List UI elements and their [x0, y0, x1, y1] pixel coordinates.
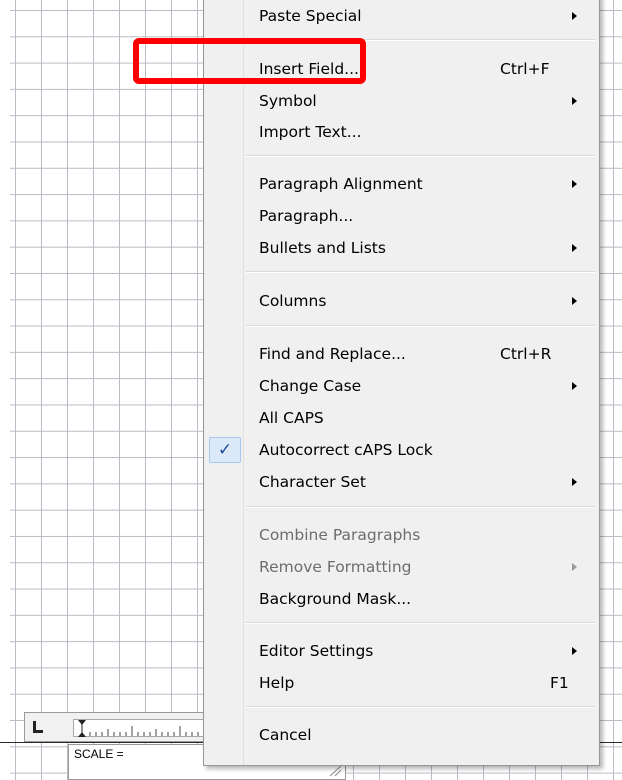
menu-item-label: All CAPS	[259, 409, 324, 427]
menu-separator	[246, 506, 595, 508]
menu-item-shortcut: Ctrl+R	[500, 345, 552, 363]
submenu-arrow-icon	[572, 478, 577, 486]
menu-item-combine-paragraphs: Combine Paragraphs	[206, 521, 597, 549]
menu-item-label: Cancel	[259, 726, 312, 744]
submenu-arrow-icon	[572, 563, 577, 571]
menu-item-paragraph[interactable]: Paragraph...	[206, 202, 597, 230]
text-editor-ruler[interactable]	[24, 712, 215, 742]
ruler-ticks	[78, 720, 211, 737]
menu-item-label: Paragraph Alignment	[259, 175, 423, 193]
menu-separator	[246, 622, 595, 624]
menu-item-label: Find and Replace...	[259, 345, 406, 363]
submenu-arrow-icon	[572, 382, 577, 390]
menu-item-label: Combine Paragraphs	[259, 526, 421, 544]
menu-item-label: Editor Settings	[259, 642, 374, 660]
menu-item-bullets-and-lists[interactable]: Bullets and Lists	[206, 234, 597, 262]
menu-item-label: Autocorrect cAPS Lock	[259, 441, 433, 459]
menu-item-label: Import Text...	[259, 123, 362, 141]
menu-item-columns[interactable]: Columns	[206, 287, 597, 315]
submenu-arrow-icon	[572, 297, 577, 305]
menu-item-label: Paragraph...	[259, 207, 354, 225]
submenu-arrow-icon	[572, 97, 577, 105]
submenu-arrow-icon	[572, 12, 577, 20]
menu-item-remove-formatting: Remove Formatting	[206, 553, 597, 581]
context-menu: Paste Special Insert Field... Ctrl+F Sym…	[203, 0, 600, 766]
menu-item-change-case[interactable]: Change Case	[206, 372, 597, 400]
check-icon: ✓	[209, 437, 241, 463]
menu-item-symbol[interactable]: Symbol	[206, 87, 597, 115]
menu-item-autocorrect-caps-lock[interactable]: ✓ Autocorrect cAPS Lock	[206, 436, 597, 464]
menu-item-all-caps[interactable]: All CAPS	[206, 404, 597, 432]
menu-item-help[interactable]: Help F1	[206, 669, 597, 697]
menu-item-label: Paste Special	[259, 7, 362, 25]
menu-item-background-mask[interactable]: Background Mask...	[206, 585, 597, 613]
menu-separator	[246, 706, 595, 708]
menu-item-label: Help	[259, 674, 295, 692]
menu-separator	[246, 271, 595, 273]
menu-item-import-text[interactable]: Import Text...	[206, 118, 597, 146]
menu-item-label: Change Case	[259, 377, 362, 395]
tab-stop-icon[interactable]	[33, 721, 43, 733]
menu-item-label: Remove Formatting	[259, 558, 412, 576]
menu-item-label: Bullets and Lists	[259, 239, 386, 257]
menu-item-shortcut: F1	[550, 674, 569, 692]
menu-item-shortcut: Ctrl+F	[500, 60, 550, 78]
menu-item-label: Columns	[259, 292, 327, 310]
menu-item-character-set[interactable]: Character Set	[206, 468, 597, 496]
menu-item-label: Character Set	[259, 473, 366, 491]
menu-item-find-and-replace[interactable]: Find and Replace... Ctrl+R	[206, 340, 597, 368]
resize-grip-icon[interactable]	[328, 765, 342, 777]
menu-separator	[246, 155, 595, 157]
menu-item-editor-settings[interactable]: Editor Settings	[206, 637, 597, 665]
annotation-highlight-box	[133, 38, 366, 84]
menu-item-paragraph-alignment[interactable]: Paragraph Alignment	[206, 170, 597, 198]
submenu-arrow-icon	[572, 244, 577, 252]
submenu-arrow-icon	[572, 647, 577, 655]
scale-label: SCALE =	[74, 747, 124, 761]
submenu-arrow-icon	[572, 180, 577, 188]
menu-item-label: Symbol	[259, 92, 317, 110]
menu-item-paste-special[interactable]: Paste Special	[206, 2, 597, 30]
canvas-margin	[0, 0, 10, 780]
menu-separator	[246, 325, 595, 327]
menu-item-label: Background Mask...	[259, 590, 412, 608]
menu-item-cancel[interactable]: Cancel	[206, 721, 597, 749]
ruler-scale[interactable]	[73, 719, 215, 737]
